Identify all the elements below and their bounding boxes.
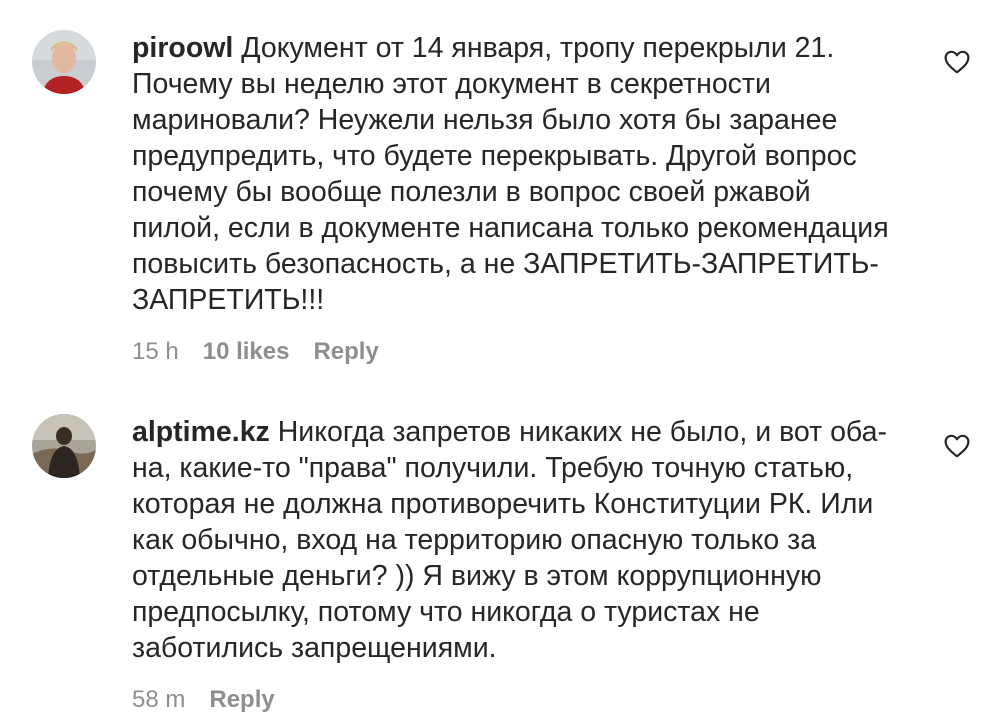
avatar-image	[32, 414, 96, 478]
comment-meta: 58 m Reply	[132, 686, 922, 714]
avatar[interactable]	[32, 414, 96, 478]
comment-username[interactable]: piroowl	[132, 32, 233, 64]
avatar-image	[32, 30, 96, 94]
heart-outline-icon[interactable]	[944, 434, 970, 458]
comment-text: Никогда запретов никаких не было, и вот …	[132, 416, 887, 664]
likes-count[interactable]: 10 likes	[203, 338, 290, 366]
comment-time: 15 h	[132, 338, 179, 365]
comment-username[interactable]: alptime.kz	[132, 416, 270, 448]
comment-text: Документ от 14 января, тропу перекрыли 2…	[132, 32, 889, 316]
comment-time: 58 m	[132, 686, 186, 713]
heart-outline-icon[interactable]	[944, 50, 970, 74]
reply-button[interactable]: Reply	[209, 686, 274, 714]
reply-button[interactable]: Reply	[313, 338, 378, 366]
comment-meta: 15 h 10 likes Reply	[132, 338, 922, 366]
avatar[interactable]	[32, 30, 96, 94]
